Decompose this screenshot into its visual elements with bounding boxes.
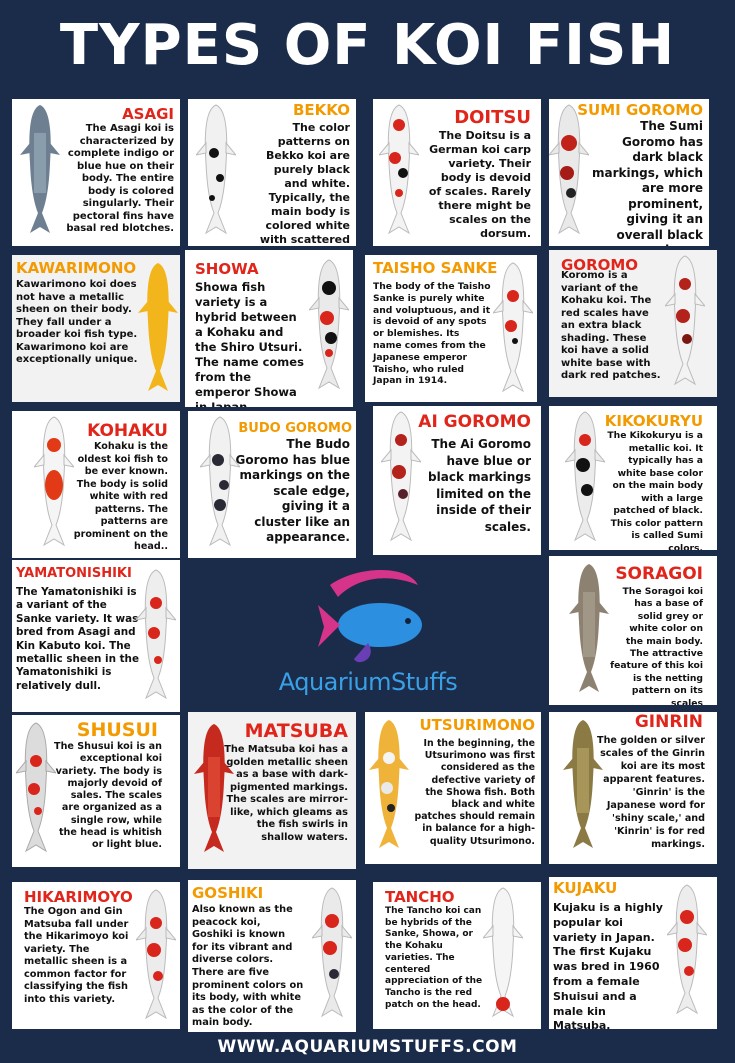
koi-card-kujaku: KUJAKU Kujaku is a highly popular koi va… — [549, 877, 717, 1029]
koi-description: The Kikokuryu is a metallic koi. It typi… — [607, 430, 703, 550]
koi-description: The golden or silver scales of the Ginri… — [597, 735, 705, 850]
koi-card-showa: SHOWA Showa fish variety is a hybrid bet… — [185, 250, 353, 407]
koi-card-ginrin: GINRIN The golden or silver scales of th… — [549, 712, 717, 864]
koi-description: The Ogon and Gin Matsuba fall under the … — [24, 906, 129, 1005]
koi-description: Also known as the peacock koi, Goshiki i… — [192, 904, 304, 1029]
koi-card-ai-goromo: AI GOROMO The Ai Goromo have blue or bla… — [373, 406, 541, 555]
koi-name: MATSUBA — [244, 720, 348, 742]
asagi-fish-image — [20, 103, 60, 243]
koi-description: Showa fish variety is a hybrid between a… — [195, 280, 304, 407]
koi-card-utsurimono: UTSURIMONO In the beginning, the Utsurim… — [365, 712, 541, 864]
koi-description: The Doitsu is a German koi carp variety.… — [428, 129, 531, 240]
koi-description: The Budo Goromo has blue markings on the… — [235, 437, 350, 544]
koi-card-kikokuryu: KIKOKURYU The Kikokuryu is a metallic ko… — [549, 406, 717, 550]
footer-url: WWW.AQUARIUMSTUFFS.COM — [217, 1037, 518, 1057]
kujaku-fish-image — [667, 883, 707, 1023]
koi-description: The Asagi koi is characterized by comple… — [66, 123, 174, 234]
hikarimoyo-fish-image — [136, 888, 176, 1028]
goshiki-fish-image — [312, 886, 352, 1026]
soragoi-fish-image — [569, 562, 609, 702]
koi-card-taisho-sanke: TAISHO SANKE The body of the Taisho Sank… — [365, 255, 537, 402]
koi-description: The Soragoi koi has a base of solid grey… — [610, 586, 703, 705]
koi-card-goromo: GOROMO Koromo is a variant of the Kohaku… — [549, 250, 717, 397]
koi-card-asagi: ASAGI The Asagi koi is characterized by … — [12, 99, 180, 246]
koi-name: UTSURIMONO — [419, 716, 535, 734]
koi-card-kohaku: KOHAKU Kohaku is the oldest koi fish to … — [12, 411, 180, 558]
koi-name: SORAGOI — [615, 564, 703, 584]
koi-card-hikarimoyo: HIKARIMOYO The Ogon and Gin Matsuba fall… — [12, 882, 180, 1029]
koi-description: The body of the Taisho Sanke is purely w… — [373, 281, 491, 387]
koi-name: SHUSUI — [76, 719, 158, 741]
koi-card-goshiki: GOSHIKI Also known as the peacock koi, G… — [188, 880, 356, 1032]
koi-name: BEKKO — [292, 101, 350, 119]
utsurimono-fish-image — [369, 718, 409, 858]
koi-name: YAMATONISHIKI — [16, 566, 132, 581]
koi-name: KUJAKU — [553, 879, 618, 897]
koi-card-budo-goromo: BUDO GOROMO The Budo Goromo has blue mar… — [188, 411, 356, 558]
koi-name: TAISHO SANKE — [373, 259, 498, 277]
koi-description: The Tancho koi can be hybrids of the San… — [385, 906, 483, 1010]
koi-name: GINRIN — [634, 712, 703, 732]
koi-card-bekko: BEKKO The color patterns on Bekko koi ar… — [188, 99, 356, 246]
koi-name: AI GOROMO — [418, 412, 531, 432]
logo-text: AquariumStuffs — [278, 668, 458, 696]
koi-description: The Matsuba koi has a golden metallic sh… — [224, 744, 348, 843]
koi-name: KAWARIMONO — [16, 259, 137, 277]
koi-card-yamatonishiki: YAMATONISHIKI The Yamatonishiki is a var… — [12, 560, 180, 712]
koi-description: In the beginning, the Utsurimono was fir… — [414, 738, 535, 847]
kawarimono-fish-image — [138, 261, 178, 401]
koi-card-doitsu: DOITSU The Doitsu is a German koi carp v… — [373, 99, 541, 246]
koi-description: Kawarimono koi does not have a metallic … — [16, 279, 138, 365]
koi-card-shusui: SHUSUI The Shusui koi is an exceptional … — [12, 715, 180, 867]
ai-goromo-fish-image — [381, 410, 421, 550]
koi-name: KIKOKURYU — [604, 412, 703, 430]
kikokuryu-fish-image — [565, 410, 605, 550]
koi-description: Kujaku is a highly popular koi variety i… — [553, 901, 663, 1029]
koi-description: The Yamatonishiki is a variant of the Sa… — [16, 586, 139, 692]
koi-name: GOSHIKI — [192, 884, 264, 902]
koi-name: DOITSU — [454, 107, 531, 128]
koi-card-soragoi: SORAGOI The Soragoi koi has a base of so… — [549, 556, 717, 705]
koi-description: The Ai Goromo have blue or black marking… — [428, 437, 531, 534]
koi-name: KOHAKU — [87, 421, 168, 441]
goromo-fish-image — [665, 254, 705, 394]
koi-name: BUDO GOROMO — [238, 421, 352, 436]
koi-card-matsuba: MATSUBA The Matsuba koi has a golden met… — [188, 712, 356, 869]
koi-description: The Shusui koi is an exceptional koi var… — [54, 741, 162, 851]
showa-fish-image — [309, 258, 349, 398]
koi-name: SUMI GOROMO — [577, 101, 703, 119]
koi-description: The Sumi Goromo has dark black markings,… — [591, 119, 703, 246]
koi-card-kawarimono: KAWARIMONO Kawarimono koi does not have … — [12, 255, 180, 402]
koi-card-tancho: TANCHO The Tancho koi can be hybrids of … — [373, 882, 541, 1029]
page-title: TYPES OF KOI FISH — [59, 13, 676, 78]
tancho-fish-image — [483, 886, 523, 1026]
koi-description: Koromo is a variant of the Kohaku koi. T… — [561, 270, 661, 381]
koi-description: The color patterns on Bekko koi are pure… — [259, 121, 350, 246]
koi-card-sumi-goromo: SUMI GOROMO The Sumi Goromo has dark bla… — [549, 99, 709, 246]
koi-description: Kohaku is the oldest koi fish to be ever… — [73, 441, 168, 552]
yamatonishiki-fish-image — [136, 568, 176, 708]
taisho-sanke-fish-image — [493, 261, 533, 401]
koi-name: TANCHO — [385, 888, 455, 906]
sumi-goromo-fish-image — [549, 103, 589, 243]
koi-name: HIKARIMOYO — [24, 888, 133, 906]
koi-name: SHOWA — [195, 260, 259, 278]
doitsu-fish-image — [379, 103, 419, 243]
bekko-fish-image — [196, 103, 236, 243]
koi-name: ASAGI — [122, 105, 174, 123]
